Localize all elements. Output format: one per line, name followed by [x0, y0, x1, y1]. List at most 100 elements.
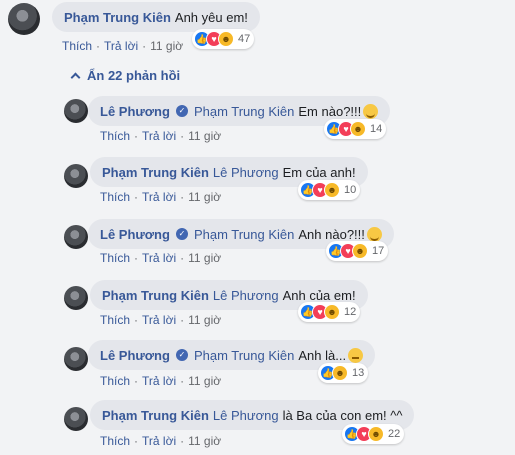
- reply-link[interactable]: Trả lời: [142, 129, 176, 143]
- comment-actions: Thích · Trả lời · 11 giờ: [100, 434, 221, 448]
- reaction-count: 14: [370, 123, 383, 135]
- mention-link[interactable]: Phạm Trung Kiên: [194, 348, 294, 363]
- comment-actions: Thích · Trả lời · 11 giờ: [100, 190, 221, 204]
- reaction-summary[interactable]: 👍 ♥ ☻ 10: [298, 180, 361, 200]
- comment-author[interactable]: Phạm Trung Kiên: [102, 288, 209, 303]
- comment-text: Em của anh!: [282, 164, 356, 180]
- separator: ·: [96, 39, 101, 53]
- comment-author[interactable]: Lê Phương: [100, 104, 170, 119]
- eye-roll-emoji: [348, 347, 364, 363]
- comment-text: là Ba của con em! ^^: [282, 407, 403, 423]
- like-link[interactable]: Thích: [62, 39, 92, 53]
- comment-author[interactable]: Lê Phương: [100, 348, 170, 363]
- like-link[interactable]: Thích: [100, 434, 130, 448]
- like-link[interactable]: Thích: [100, 129, 130, 143]
- timestamp[interactable]: 11 giờ: [188, 251, 221, 265]
- timestamp[interactable]: 11 giờ: [188, 313, 221, 327]
- timestamp[interactable]: 11 giờ: [188, 374, 221, 388]
- separator: ·: [134, 374, 139, 388]
- comment-author[interactable]: Phạm Trung Kiên: [102, 165, 209, 180]
- like-link[interactable]: Thích: [100, 251, 130, 265]
- comment-author[interactable]: Phạm Trung Kiên: [102, 408, 209, 423]
- haha-icon: ☻: [368, 426, 384, 442]
- mention-link[interactable]: Lê Phương: [213, 408, 279, 423]
- reaction-count: 12: [344, 306, 357, 318]
- comment-actions: Thích · Trả lời · 11 giờ: [100, 129, 221, 143]
- reply-link[interactable]: Trả lời: [104, 39, 138, 53]
- avatar[interactable]: [8, 3, 40, 35]
- comment-actions: Thích · Trả lời · 11 giờ: [100, 251, 221, 265]
- reaction-summary[interactable]: 👍 ♥ ☻ 17: [326, 241, 389, 261]
- separator: ·: [134, 313, 139, 327]
- comment-text: Anh yêu em!: [174, 9, 248, 25]
- avatar[interactable]: [64, 99, 88, 123]
- like-link[interactable]: Thích: [100, 374, 130, 388]
- reaction-count: 17: [372, 245, 385, 257]
- separator: ·: [134, 190, 139, 204]
- reply-link[interactable]: Trả lời: [142, 190, 176, 204]
- haha-icon: ☻: [218, 31, 234, 47]
- separator: ·: [180, 251, 185, 265]
- verified-badge-icon: ✓: [175, 105, 188, 117]
- haha-icon: ☻: [332, 365, 348, 381]
- mention-link[interactable]: Lê Phương: [213, 165, 279, 180]
- mention-link[interactable]: Phạm Trung Kiên: [194, 104, 294, 119]
- verified-badge-icon: ✓: [175, 349, 188, 361]
- avatar[interactable]: [64, 407, 88, 431]
- separator: ·: [134, 129, 139, 143]
- reply-link[interactable]: Trả lời: [142, 251, 176, 265]
- like-link[interactable]: Thích: [100, 313, 130, 327]
- haha-icon: ☻: [324, 182, 340, 198]
- reaction-count: 10: [344, 184, 357, 196]
- comment-actions: Thích · Trả lời · 11 giờ: [100, 374, 221, 388]
- reaction-summary[interactable]: 👍 ☻ 13: [318, 363, 369, 383]
- comment-text: Anh là...: [298, 347, 347, 363]
- timestamp[interactable]: 11 giờ: [188, 190, 221, 204]
- comment-text: Anh của em!: [282, 287, 356, 303]
- avatar[interactable]: [64, 164, 88, 188]
- timestamp[interactable]: 11 giờ: [188, 129, 221, 143]
- mention-link[interactable]: Phạm Trung Kiên: [194, 227, 294, 242]
- avatar[interactable]: [64, 286, 88, 310]
- separator: ·: [134, 434, 139, 448]
- reaction-summary[interactable]: 👍 ♥ ☻ 47: [192, 29, 255, 49]
- reply-link[interactable]: Trả lời: [142, 434, 176, 448]
- separator: ·: [180, 374, 185, 388]
- separator: ·: [142, 39, 147, 53]
- chevron-up-icon: [70, 72, 81, 83]
- haha-icon: ☻: [352, 243, 368, 259]
- hide-replies-toggle[interactable]: Ẩn 22 phản hồi: [70, 68, 180, 83]
- separator: ·: [180, 434, 185, 448]
- timestamp[interactable]: 11 giờ: [150, 39, 183, 53]
- reaction-count: 13: [352, 367, 365, 379]
- mention-link[interactable]: Lê Phương: [213, 288, 279, 303]
- grin-emoji: [363, 103, 379, 119]
- separator: ·: [180, 190, 185, 204]
- reply-link[interactable]: Trả lời: [142, 374, 176, 388]
- reaction-summary[interactable]: 👍 ♥ ☻ 14: [324, 119, 387, 139]
- grin-emoji: [366, 226, 382, 242]
- comment-author[interactable]: Lê Phương: [100, 227, 170, 242]
- verified-badge-icon: ✓: [175, 228, 188, 240]
- comment-text: Em nào?!!!: [298, 103, 362, 119]
- separator: ·: [180, 313, 185, 327]
- reaction-count: 47: [238, 33, 251, 45]
- haha-icon: ☻: [324, 304, 340, 320]
- comment-author[interactable]: Phạm Trung Kiên: [64, 10, 171, 25]
- separator: ·: [180, 129, 185, 143]
- comment-actions: Thích · Trả lời · 11 giờ: [100, 313, 221, 327]
- separator: ·: [134, 251, 139, 265]
- haha-icon: ☻: [350, 121, 366, 137]
- like-link[interactable]: Thích: [100, 190, 130, 204]
- avatar[interactable]: [64, 225, 88, 249]
- reaction-count: 22: [388, 428, 401, 440]
- reply-link[interactable]: Trả lời: [142, 313, 176, 327]
- hide-replies-label: Ẩn 22 phản hồi: [87, 68, 181, 83]
- timestamp[interactable]: 11 giờ: [188, 434, 221, 448]
- avatar[interactable]: [64, 347, 88, 371]
- root-comment-bubble: Phạm Trung Kiên Anh yêu em!: [52, 2, 260, 32]
- reaction-summary[interactable]: 👍 ♥ ☻ 12: [298, 302, 361, 322]
- comment-actions: Thích · Trả lời · 11 giờ: [62, 39, 183, 53]
- comment-text: Anh nào?!!!: [298, 226, 365, 242]
- reaction-summary[interactable]: 👍 ♥ ☻ 22: [342, 424, 405, 444]
